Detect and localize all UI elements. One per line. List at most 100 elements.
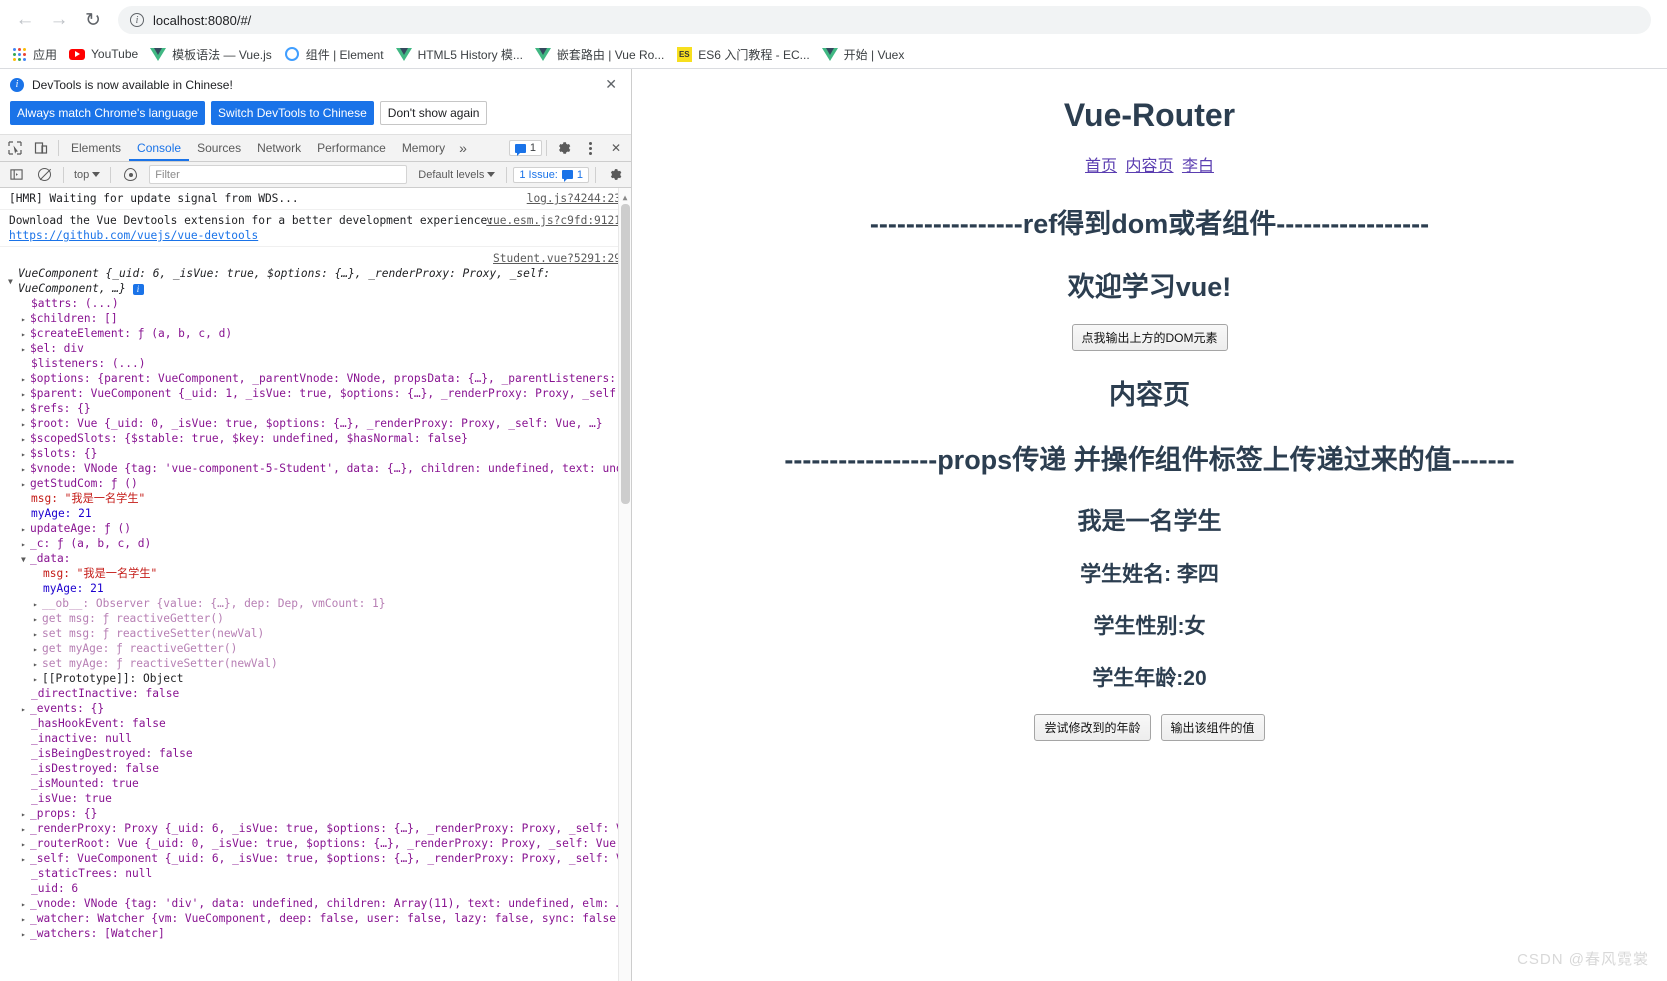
log-levels-select[interactable]: Default levels (413, 169, 500, 181)
close-icon[interactable]: ✕ (603, 136, 629, 161)
prop-options: $options: {parent: VueComponent, _parent… (30, 372, 621, 385)
execution-context-select[interactable]: top (70, 169, 104, 181)
expand-triangle-icon[interactable]: ▸ (21, 702, 30, 716)
nav-link-content[interactable]: 内容页 (1125, 158, 1173, 175)
scroll-up-icon[interactable]: ▲ (619, 190, 631, 205)
object-header[interactable]: VueComponent {_uid: 6, _isVue: true, $op… (18, 267, 550, 295)
prop-attrs: $attrs: (...) (31, 297, 119, 310)
expand-triangle-icon[interactable]: ▸ (21, 432, 30, 446)
output-dom-button[interactable]: 点我输出上方的DOM元素 (1071, 324, 1228, 351)
expand-triangle-icon[interactable]: ▸ (21, 822, 30, 836)
expand-triangle-icon[interactable]: ▸ (33, 672, 42, 686)
vue-icon (821, 46, 838, 62)
expand-triangle-icon[interactable]: ▸ (21, 312, 30, 326)
message-source-link[interactable]: vue.esm.js?c9fd:9121 (486, 213, 621, 228)
inspect-element-icon[interactable] (2, 136, 28, 161)
prop-directInactive: _directInactive: false (31, 687, 180, 700)
prop-data-myAge: myAge: 21 (43, 582, 104, 595)
console-output[interactable]: [HMR] Waiting for update signal from WDS… (0, 188, 631, 981)
section-heading-ref: -----------------ref得到dom或者组件-----------… (869, 209, 1430, 239)
live-expression-eye-icon[interactable] (117, 162, 143, 187)
clear-console-icon[interactable] (31, 162, 57, 187)
expand-triangle-icon[interactable]: ▸ (21, 912, 30, 926)
issues-badge[interactable]: 1 Issue: 1 (513, 166, 589, 183)
tab-network[interactable]: Network (249, 135, 309, 161)
scrollbar-thumb[interactable] (621, 204, 630, 504)
prop-parent: $parent: VueComponent {_uid: 1, _isVue: … (30, 387, 621, 400)
expand-triangle-icon[interactable]: ▸ (21, 897, 30, 911)
switch-devtools-chinese-button[interactable]: Switch DevTools to Chinese (211, 101, 374, 125)
bookmark-element-components[interactable]: 组件 | Element (280, 43, 392, 66)
prop-events: _events: {} (30, 702, 105, 715)
bookmark-apps[interactable]: 应用 (7, 43, 65, 66)
object-source-link[interactable]: Student.vue?5291:29 (493, 251, 621, 266)
expand-triangle-icon[interactable]: ▸ (21, 417, 30, 431)
bookmarks-bar: 应用 YouTube 模板语法 — Vue.js 组件 | Element HT… (0, 40, 1667, 69)
nav-link-home[interactable]: 首页 (1085, 158, 1117, 175)
dont-show-again-button[interactable]: Don't show again (379, 101, 488, 125)
reload-icon[interactable]: ↻ (76, 3, 110, 37)
message-source-link[interactable]: log.js?4244:23 (527, 191, 621, 206)
tab-memory[interactable]: Memory (394, 135, 453, 161)
gear-icon[interactable] (602, 162, 628, 187)
bookmark-vue-template-syntax[interactable]: 模板语法 — Vue.js (146, 43, 280, 66)
bookmark-youtube[interactable]: YouTube (65, 43, 146, 65)
message-count-badge[interactable]: 1 (508, 140, 542, 156)
close-icon[interactable]: ✕ (601, 76, 621, 93)
expand-triangle-icon[interactable]: ▸ (21, 837, 30, 851)
tab-performance[interactable]: Performance (309, 135, 394, 161)
bookmark-vuex-start[interactable]: 开始 | Vuex (818, 43, 913, 66)
bookmark-es6-tutorial[interactable]: ES ES6 入门教程 - EC... (672, 43, 817, 66)
expand-triangle-icon[interactable]: ▸ (33, 597, 42, 611)
kebab-menu-icon[interactable] (577, 136, 603, 161)
info-circle-icon[interactable]: i (130, 13, 144, 27)
expand-triangle-icon[interactable]: ▸ (21, 537, 30, 551)
tab-sources[interactable]: Sources (189, 135, 249, 161)
gear-icon[interactable] (551, 136, 577, 161)
student-name: 学生姓名: 李四 (1080, 563, 1219, 586)
output-component-value-button[interactable]: 输出该组件的值 (1160, 714, 1265, 741)
chevron-down-icon (487, 172, 496, 177)
expand-triangle-icon[interactable]: ▸ (33, 642, 42, 656)
expand-triangle-icon[interactable]: ▸ (21, 327, 30, 341)
expand-triangle-icon[interactable]: ▸ (21, 387, 30, 401)
chevron-down-icon (92, 172, 101, 177)
expand-triangle-icon[interactable]: ▸ (21, 927, 30, 941)
nav-link-libai[interactable]: 李白 (1182, 158, 1214, 175)
always-match-language-button[interactable]: Always match Chrome's language (10, 101, 206, 125)
console-scrollbar[interactable]: ▲ (618, 188, 631, 981)
levels-label: Default levels (418, 168, 485, 181)
expand-triangle-icon[interactable]: ▸ (21, 402, 30, 416)
tab-elements[interactable]: Elements (63, 135, 129, 161)
csdn-watermark: CSDN @春风霓裳 (1517, 951, 1649, 968)
vue-devtools-link[interactable]: https://github.com/vuejs/vue-devtools (9, 229, 258, 242)
bookmark-html5-history[interactable]: HTML5 History 模... (392, 43, 531, 66)
expand-triangle-icon[interactable]: ▸ (21, 852, 30, 866)
expand-triangle-icon[interactable]: ▸ (21, 522, 30, 536)
back-arrow-icon[interactable]: ← (8, 3, 42, 37)
expand-triangle-icon[interactable]: ▸ (21, 342, 30, 356)
welcome-heading: 欢迎学习vue! (1067, 272, 1232, 302)
expand-triangle-icon[interactable]: ▼ (21, 552, 30, 566)
bookmark-nested-routes[interactable]: 嵌套路由 | Vue Ro... (531, 43, 672, 66)
expand-triangle-icon[interactable]: ▼ (8, 274, 17, 289)
expand-triangle-icon[interactable]: ▸ (21, 447, 30, 461)
modify-age-button[interactable]: 尝试修改到的年龄 (1034, 714, 1151, 741)
address-bar[interactable]: i localhost:8080/#/ (118, 6, 1651, 34)
device-toolbar-icon[interactable] (28, 136, 54, 161)
tab-console[interactable]: Console (129, 135, 190, 161)
expand-triangle-icon[interactable]: ▸ (21, 462, 30, 476)
expand-triangle-icon[interactable]: ▸ (21, 477, 30, 491)
forward-arrow-icon[interactable]: → (42, 3, 76, 37)
expand-triangle-icon[interactable]: ▸ (33, 612, 42, 626)
bookmark-label: 应用 (33, 47, 58, 62)
expand-triangle-icon[interactable]: ▸ (21, 807, 30, 821)
chevron-double-right-icon[interactable]: » (453, 140, 473, 156)
expand-triangle-icon[interactable]: ▸ (33, 627, 42, 641)
console-sidebar-icon[interactable] (3, 162, 29, 187)
expand-triangle-icon[interactable]: ▸ (21, 372, 30, 386)
prop-slots: $slots: {} (30, 447, 98, 460)
expand-triangle-icon[interactable]: ▸ (33, 657, 42, 671)
info-icon[interactable]: i (132, 283, 144, 295)
console-filter-input[interactable] (149, 165, 408, 184)
